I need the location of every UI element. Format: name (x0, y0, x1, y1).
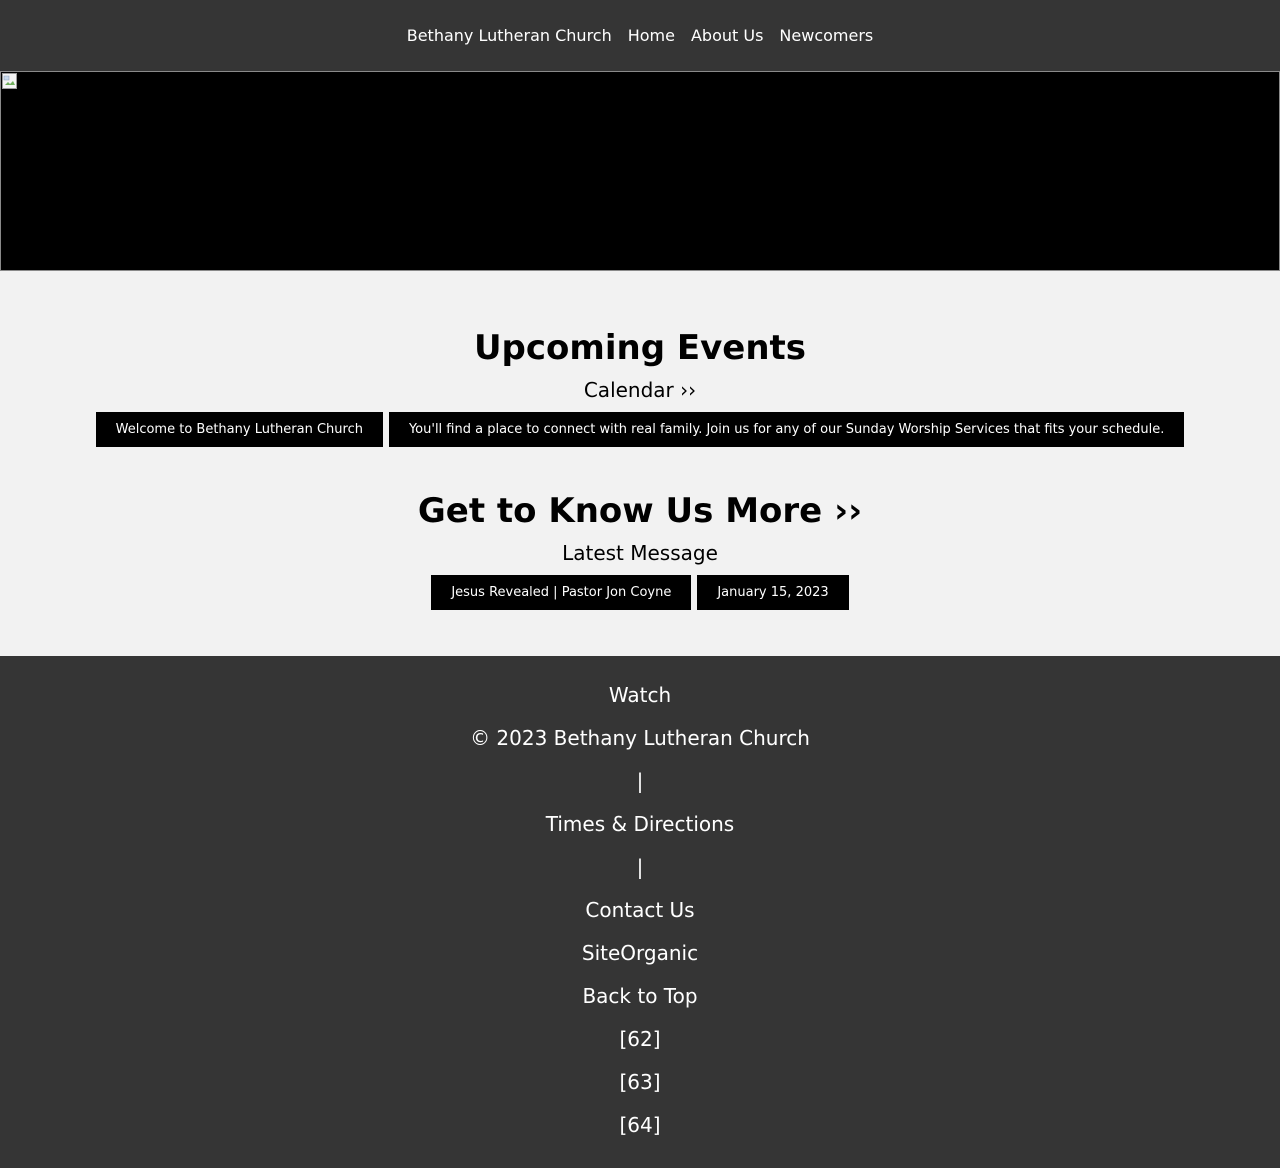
get-to-know-us-heading[interactable]: Get to Know Us More ›› (0, 491, 1280, 531)
footer-back-to-top-link[interactable]: Back to Top (0, 975, 1280, 1018)
nav-link-home[interactable]: Home (628, 26, 675, 45)
latest-message-row: Jesus Revealed | Pastor Jon Coyne Januar… (0, 575, 1280, 610)
latest-message-label: Latest Message (562, 541, 718, 565)
footer-watch-link[interactable]: Watch (0, 674, 1280, 717)
footer-ref-63[interactable]: [63] (0, 1061, 1280, 1104)
site-footer: Watch © 2023 Bethany Lutheran Church | T… (0, 656, 1280, 1168)
nav-link-about-us[interactable]: About Us (691, 26, 763, 45)
event-welcome-button[interactable]: Welcome to Bethany Lutheran Church (95, 412, 383, 447)
events-row: Welcome to Bethany Lutheran Church You'l… (0, 412, 1280, 447)
footer-times-directions-link[interactable]: Times & Directions (0, 803, 1280, 846)
footer-ref-64[interactable]: [64] (0, 1104, 1280, 1147)
calendar-link[interactable]: Calendar ›› (584, 378, 696, 402)
nav-link-newcomers[interactable]: Newcomers (779, 26, 873, 45)
main-content: Upcoming Events Calendar ›› Welcome to B… (0, 271, 1280, 656)
nav-link-church-name[interactable]: Bethany Lutheran Church (407, 26, 612, 45)
footer-contact-link[interactable]: Contact Us (0, 889, 1280, 932)
broken-image-icon (2, 73, 17, 89)
footer-separator: | (636, 769, 644, 793)
top-nav: Bethany Lutheran Church Home About Us Ne… (0, 0, 1280, 71)
message-date-button[interactable]: January 15, 2023 (697, 575, 849, 610)
footer-separator: | (636, 855, 644, 879)
footer-siteorganic-link[interactable]: SiteOrganic (0, 932, 1280, 975)
footer-copyright: © 2023 Bethany Lutheran Church (470, 726, 810, 750)
message-title-button[interactable]: Jesus Revealed | Pastor Jon Coyne (431, 575, 692, 610)
footer-ref-62[interactable]: [62] (0, 1018, 1280, 1061)
hero-banner (0, 71, 1280, 271)
event-worship-button[interactable]: You'll find a place to connect with real… (388, 412, 1185, 447)
events-heading: Upcoming Events (473, 328, 807, 368)
